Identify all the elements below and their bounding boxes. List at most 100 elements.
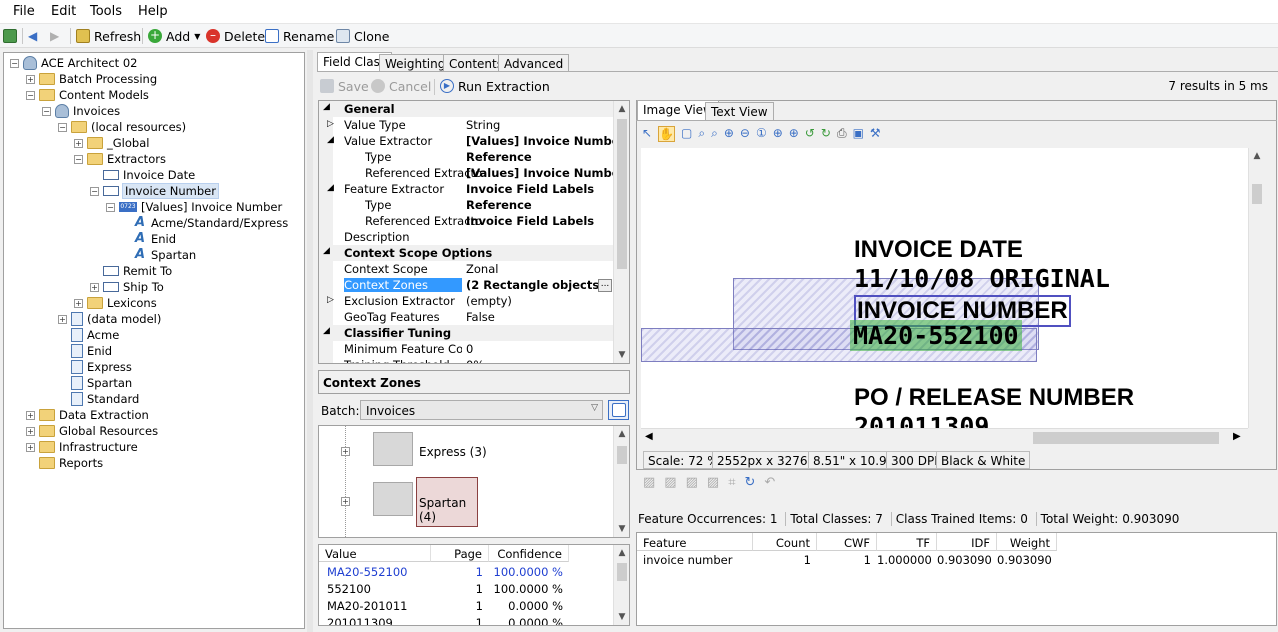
scroll-left-icon[interactable]: ◀ xyxy=(645,431,653,442)
property-row[interactable]: Description xyxy=(319,229,615,245)
tree-item[interactable]: A Enid xyxy=(122,231,176,247)
clone-button[interactable]: Clone xyxy=(336,27,389,45)
scroll-down-icon[interactable]: ▼ xyxy=(614,347,629,363)
batch-documents-tree[interactable]: + Express (3) + Spartan (4) ▲ ▼ xyxy=(318,425,630,538)
property-category[interactable]: ◢ Context Scope Options xyxy=(319,245,615,261)
expand-toggle-icon[interactable]: − xyxy=(106,202,115,212)
zone-settings-icon[interactable]: ▨ xyxy=(686,475,698,490)
property-row[interactable]: Referenced Extractor [Values] Invoice Num… xyxy=(319,165,625,181)
expand-toggle-icon[interactable]: − xyxy=(74,154,83,164)
tree-item[interactable]: − Invoice Number xyxy=(90,183,219,199)
settings-tools-icon[interactable]: ⚒ xyxy=(870,126,881,142)
expand-toggle-icon[interactable]: − xyxy=(58,122,67,132)
col-feature[interactable]: Feature xyxy=(637,533,753,551)
expand-express[interactable]: + xyxy=(341,447,350,456)
express-thumbnail[interactable] xyxy=(373,432,413,466)
expand-toggle-icon[interactable]: − xyxy=(90,186,99,196)
scroll-thumb[interactable] xyxy=(617,446,627,464)
property-row[interactable]: ▷ Value Type String xyxy=(319,117,615,133)
property-value[interactable]: False xyxy=(466,310,495,324)
batch-select[interactable]: Invoices ▽ xyxy=(360,400,603,420)
menu-edit[interactable]: Edit xyxy=(51,4,76,19)
property-row[interactable]: Context Scope Zonal xyxy=(319,261,615,277)
forward-button[interactable]: ▶ xyxy=(50,27,59,45)
result-confidence-cell[interactable]: 100.0000 % xyxy=(489,563,563,580)
zoom-in-icon[interactable]: ⊕ xyxy=(724,126,734,142)
col-confidence[interactable]: Confidence xyxy=(489,545,569,562)
property-value[interactable]: Reference xyxy=(466,150,532,164)
tree-item[interactable]: −0723 [Values] Invoice Number xyxy=(106,199,282,215)
expand-toggle-icon[interactable]: + xyxy=(26,442,35,452)
scroll-thumb[interactable] xyxy=(617,563,627,581)
col-value[interactable]: Value xyxy=(319,545,431,562)
property-value[interactable]: Invoice Field Labels xyxy=(466,182,594,196)
feature-tf-cell[interactable]: 1.000000 xyxy=(877,553,932,567)
tree-item[interactable]: Standard xyxy=(58,391,139,407)
rotate-right-icon[interactable]: ↻ xyxy=(821,126,831,142)
result-confidence-cell[interactable]: 100.0000 % xyxy=(489,580,563,597)
property-row[interactable]: Referenced Extractor Invoice Field Labels xyxy=(319,213,615,229)
property-scrollbar[interactable]: ▲ ▼ xyxy=(613,101,629,363)
expand-toggle-icon[interactable]: + xyxy=(26,74,35,84)
property-row[interactable]: Type Reference xyxy=(319,149,615,165)
scroll-up-icon[interactable]: ▲ xyxy=(1249,148,1265,164)
chart-icon[interactable]: ▨ xyxy=(707,475,719,490)
col-weight[interactable]: Weight xyxy=(997,533,1057,551)
image-hscrollbar[interactable]: ◀ ▶ xyxy=(641,428,1248,446)
rotate-left-icon[interactable]: ↺ xyxy=(805,126,815,142)
expand-toggle-icon[interactable]: + xyxy=(90,282,99,292)
tree-item[interactable]: + _Global xyxy=(74,135,149,151)
scroll-down-icon[interactable]: ▼ xyxy=(614,521,629,537)
select-region-icon[interactable]: ▢ xyxy=(681,126,692,142)
tree-item[interactable]: Reports xyxy=(26,455,103,471)
add-button[interactable]: + Add ▼ xyxy=(148,27,200,45)
tree-item[interactable]: + Batch Processing xyxy=(26,71,157,87)
tree-item[interactable]: − Extractors xyxy=(74,151,166,167)
scroll-thumb[interactable] xyxy=(1033,432,1219,444)
panel-splitter[interactable] xyxy=(307,50,313,632)
ellipsis-button[interactable]: ... xyxy=(598,279,612,292)
expand-toggle-icon[interactable]: + xyxy=(58,314,67,324)
expand-toggle-icon[interactable]: ◢ xyxy=(327,183,334,193)
col-page[interactable]: Page xyxy=(431,545,489,562)
col-cwf[interactable]: CWF xyxy=(817,533,877,551)
property-row[interactable]: ◢ Feature Extractor Invoice Field Labels xyxy=(319,181,615,197)
property-value[interactable]: (empty) xyxy=(466,294,512,308)
tree-item[interactable]: Enid xyxy=(58,343,112,359)
expand-toggle-icon[interactable]: − xyxy=(26,90,35,100)
property-category[interactable]: ◢ General xyxy=(319,101,615,117)
scroll-up-icon[interactable]: ▲ xyxy=(614,426,629,442)
home-button[interactable] xyxy=(3,27,17,45)
expand-toggle-icon[interactable]: + xyxy=(26,426,35,436)
fit-page-icon[interactable]: ⊕ xyxy=(789,126,799,142)
collapse-icon[interactable]: ◢ xyxy=(323,246,330,256)
result-page-cell[interactable]: 1 xyxy=(431,597,483,614)
property-row[interactable]: ▷ Exclusion Extractor (empty) xyxy=(319,293,615,309)
tree-item[interactable]: + Infrastructure xyxy=(26,439,138,455)
property-value[interactable]: String xyxy=(466,118,500,132)
rename-button[interactable]: Rename xyxy=(265,27,334,45)
scroll-up-icon[interactable]: ▲ xyxy=(614,545,629,561)
col-idf[interactable]: IDF xyxy=(937,533,997,551)
scroll-down-icon[interactable]: ▼ xyxy=(614,609,629,625)
document-image[interactable]: INVOICE DATE 11/10/08 ORIGINAL INVOICE N… xyxy=(641,148,1248,428)
save-image-icon[interactable]: ▣ xyxy=(853,126,864,142)
col-count[interactable]: Count xyxy=(753,533,817,551)
property-value[interactable]: [Values] Invoice Number xyxy=(466,134,625,148)
tree-item[interactable]: + Data Extraction xyxy=(26,407,149,423)
property-grid[interactable]: ◢ General ▷ Value Type String ◢ Value Extracto… xyxy=(318,100,630,364)
batch-settings-button[interactable] xyxy=(608,400,629,420)
result-page-cell[interactable]: 1 xyxy=(431,614,483,625)
property-row[interactable]: Training Threshold 0% xyxy=(319,357,615,363)
menu-tools[interactable]: Tools xyxy=(90,4,122,19)
save-button[interactable]: Save xyxy=(320,77,369,95)
property-value[interactable]: Zonal xyxy=(466,262,498,276)
cancel-button[interactable]: Cancel xyxy=(371,77,431,95)
pointer-icon[interactable]: ↖ xyxy=(642,126,652,142)
expand-toggle-icon[interactable]: ◢ xyxy=(327,135,334,145)
tree-item[interactable]: + Lexicons xyxy=(74,295,157,311)
property-value[interactable]: Invoice Field Labels xyxy=(466,214,594,228)
result-value-cell[interactable]: 201011309 xyxy=(327,614,393,625)
tree-item[interactable]: + Global Resources xyxy=(26,423,158,439)
col-tf[interactable]: TF xyxy=(877,533,937,551)
